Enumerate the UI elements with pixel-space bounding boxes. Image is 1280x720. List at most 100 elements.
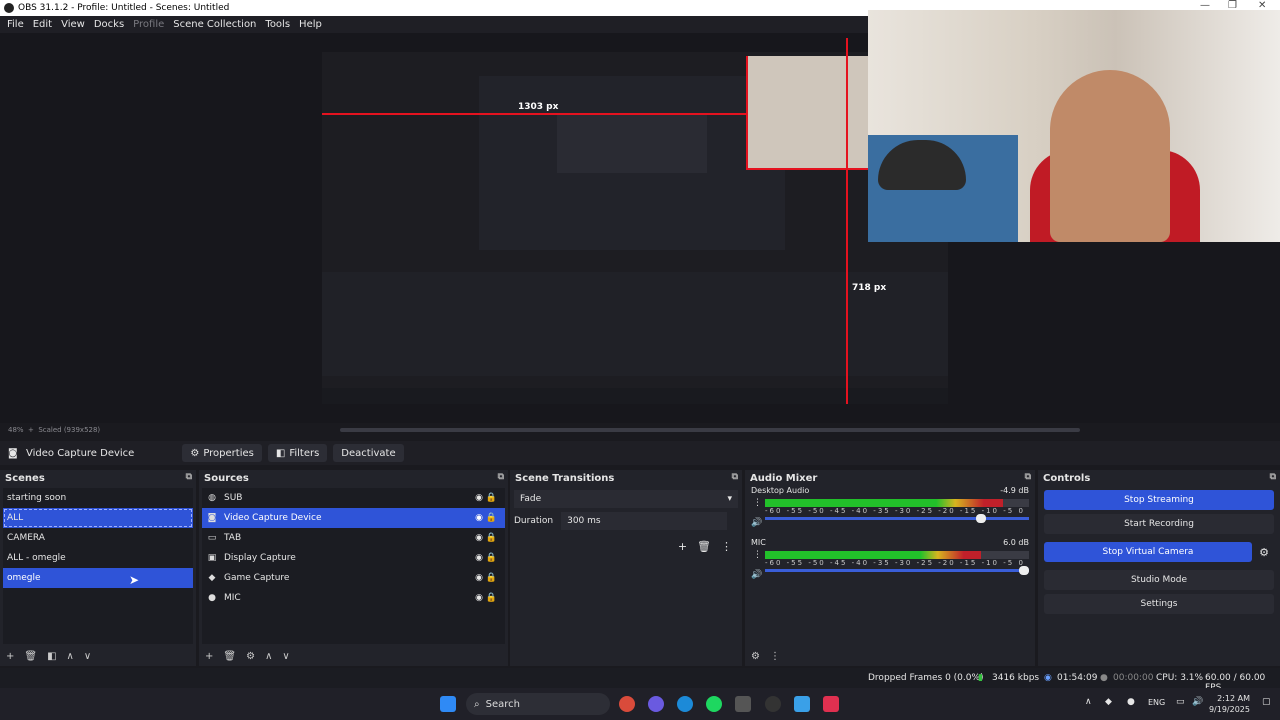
source-item[interactable]: ◆ Game Capture ◉ 🔒 [202, 568, 505, 588]
menu-docks[interactable]: Docks [92, 19, 126, 30]
scene-item[interactable]: starting soon [3, 488, 193, 508]
eye-icon[interactable]: ◉ [475, 533, 483, 543]
move-down-icon[interactable]: ∨ [282, 651, 289, 662]
lock-icon[interactable]: 🔒 [486, 573, 497, 583]
obs-icon[interactable] [765, 696, 781, 712]
add-icon[interactable]: + [205, 651, 213, 662]
filter-icon[interactable]: ◧ [47, 651, 56, 662]
notification-icon[interactable]: ▢ [1262, 697, 1271, 707]
camera-icon: ◙ [207, 513, 217, 523]
volume-slider-handle[interactable] [976, 514, 987, 523]
explorer-icon[interactable] [794, 696, 810, 712]
lock-icon[interactable]: 🔒 [486, 513, 497, 523]
gear-icon[interactable]: ⚙ [246, 651, 255, 662]
studio-mode-button[interactable]: Studio Mode [1044, 570, 1274, 590]
file-icon[interactable] [735, 696, 751, 712]
gear-icon[interactable]: ⚙ [1254, 546, 1274, 559]
eye-icon[interactable]: ◉ [475, 493, 483, 503]
menu-file[interactable]: File [5, 19, 26, 30]
volume-slider[interactable] [765, 566, 1029, 575]
lock-icon[interactable]: 🔒 [486, 553, 497, 563]
move-up-icon[interactable]: ∧ [265, 651, 272, 662]
add-icon[interactable]: + [678, 540, 687, 553]
undock-icon[interactable]: ⧉ [1025, 472, 1031, 482]
windows-taskbar: ⌕ Search ∧ ◆ ● ENG ▭ 🔊 2:12 AM 9/19/2025 … [0, 688, 1280, 720]
stop-virtual-camera-button[interactable]: Stop Virtual Camera [1044, 542, 1252, 562]
scene-item[interactable]: CAMERA [3, 528, 193, 548]
discord-icon[interactable] [648, 696, 664, 712]
transition-select[interactable]: Fade ▾ [514, 490, 738, 508]
start-recording-button[interactable]: Start Recording [1044, 514, 1274, 534]
settings-button[interactable]: Settings [1044, 594, 1274, 614]
taskbar-clock[interactable]: 2:12 AM 9/19/2025 [1209, 693, 1250, 715]
measure-line-horizontal [322, 113, 746, 115]
edge-icon[interactable] [677, 696, 693, 712]
eye-icon[interactable]: ◉ [475, 593, 483, 603]
move-down-icon[interactable]: ∨ [84, 651, 91, 662]
properties-button[interactable]: ⚙ Properties [182, 444, 262, 462]
gamepad-icon[interactable]: ◆ [1105, 697, 1112, 707]
channel-name: MIC [751, 538, 766, 547]
chrome-icon[interactable] [619, 696, 635, 712]
source-item[interactable]: ▣ Display Capture ◉ 🔒 [202, 548, 505, 568]
lock-icon[interactable]: 🔒 [486, 493, 497, 503]
undock-icon[interactable]: ⧉ [186, 472, 192, 482]
scene-item[interactable]: ALL [3, 508, 193, 528]
eye-icon[interactable]: ◉ [475, 553, 483, 563]
more-icon[interactable]: ⋮ [721, 540, 732, 553]
source-toolbar: ◙ Video Capture Device ⚙ Properties ◧ Filt… [0, 441, 1280, 465]
source-item[interactable]: ◙ Video Capture Device ◉ 🔒 [202, 508, 505, 528]
trash-icon[interactable]: 🗑 [223, 651, 236, 662]
source-item[interactable]: ◍ SUB ◉ 🔒 [202, 488, 505, 508]
volume-icon[interactable]: 🔊 [1192, 697, 1203, 707]
lock-icon[interactable]: 🔒 [486, 593, 497, 603]
more-icon[interactable]: ⋮ [770, 651, 780, 662]
source-item[interactable]: ● MIC ◉ 🔒 [202, 588, 505, 608]
menu-view[interactable]: View [59, 19, 87, 30]
network-icon[interactable]: ▭ [1176, 697, 1185, 707]
more-icon[interactable]: ⋮ [753, 498, 762, 508]
menu-edit[interactable]: Edit [31, 19, 54, 30]
controls-title: Controls [1043, 472, 1091, 484]
speaker-icon[interactable]: 🔊 [751, 570, 762, 580]
menu-tools[interactable]: Tools [263, 19, 292, 30]
chevron-up-icon[interactable]: ∧ [1085, 697, 1092, 707]
windows-start-icon[interactable] [440, 696, 456, 712]
spotify-icon[interactable] [706, 696, 722, 712]
controls-dock: Controls ⧉ Stop Streaming Start Recording… [1038, 470, 1280, 666]
mic-icon[interactable]: ● [1127, 697, 1135, 707]
source-item[interactable]: ▭ TAB ◉ 🔒 [202, 528, 505, 548]
trash-icon[interactable]: 🗑 [697, 540, 711, 553]
menu-help[interactable]: Help [297, 19, 324, 30]
language-indicator[interactable]: ENG [1148, 698, 1165, 707]
measure-width-label: 1303 px [518, 102, 559, 112]
tiktok-icon[interactable] [823, 696, 839, 712]
undock-icon[interactable]: ⧉ [732, 472, 738, 482]
duration-input[interactable]: 300 ms [561, 512, 728, 530]
deactivate-button[interactable]: Deactivate [333, 444, 404, 462]
measure-height-label: 718 px [852, 283, 887, 293]
eye-icon[interactable]: ◉ [475, 573, 483, 583]
lock-icon[interactable]: 🔒 [486, 533, 497, 543]
move-up-icon[interactable]: ∧ [67, 651, 74, 662]
undock-icon[interactable]: ⧉ [498, 472, 504, 482]
undock-icon[interactable]: ⧉ [1270, 472, 1276, 482]
globe-icon: ◍ [208, 493, 216, 503]
eye-icon[interactable]: ◉ [475, 513, 483, 523]
taskbar-search[interactable]: ⌕ Search [466, 693, 610, 715]
scene-item[interactable]: omegle [3, 568, 193, 588]
scene-item[interactable]: ALL - omegle [3, 548, 193, 568]
zoom-level[interactable]: 48% [8, 426, 24, 434]
settings-icon[interactable]: ⚙ [751, 651, 760, 662]
speaker-icon[interactable]: 🔊 [751, 518, 762, 528]
filters-button[interactable]: ◧ Filters [267, 444, 328, 462]
add-icon[interactable]: + [6, 651, 14, 662]
volume-slider-handle[interactable] [1018, 566, 1029, 575]
trash-icon[interactable]: 🗑 [24, 651, 37, 662]
menu-scene-collection[interactable]: Scene Collection [171, 19, 258, 30]
volume-slider[interactable] [765, 514, 1029, 523]
stop-streaming-button[interactable]: Stop Streaming [1044, 490, 1274, 510]
more-icon[interactable]: ⋮ [753, 550, 762, 560]
menu-profile[interactable]: Profile [131, 19, 166, 30]
preview-scrollbar[interactable] [340, 428, 1080, 432]
